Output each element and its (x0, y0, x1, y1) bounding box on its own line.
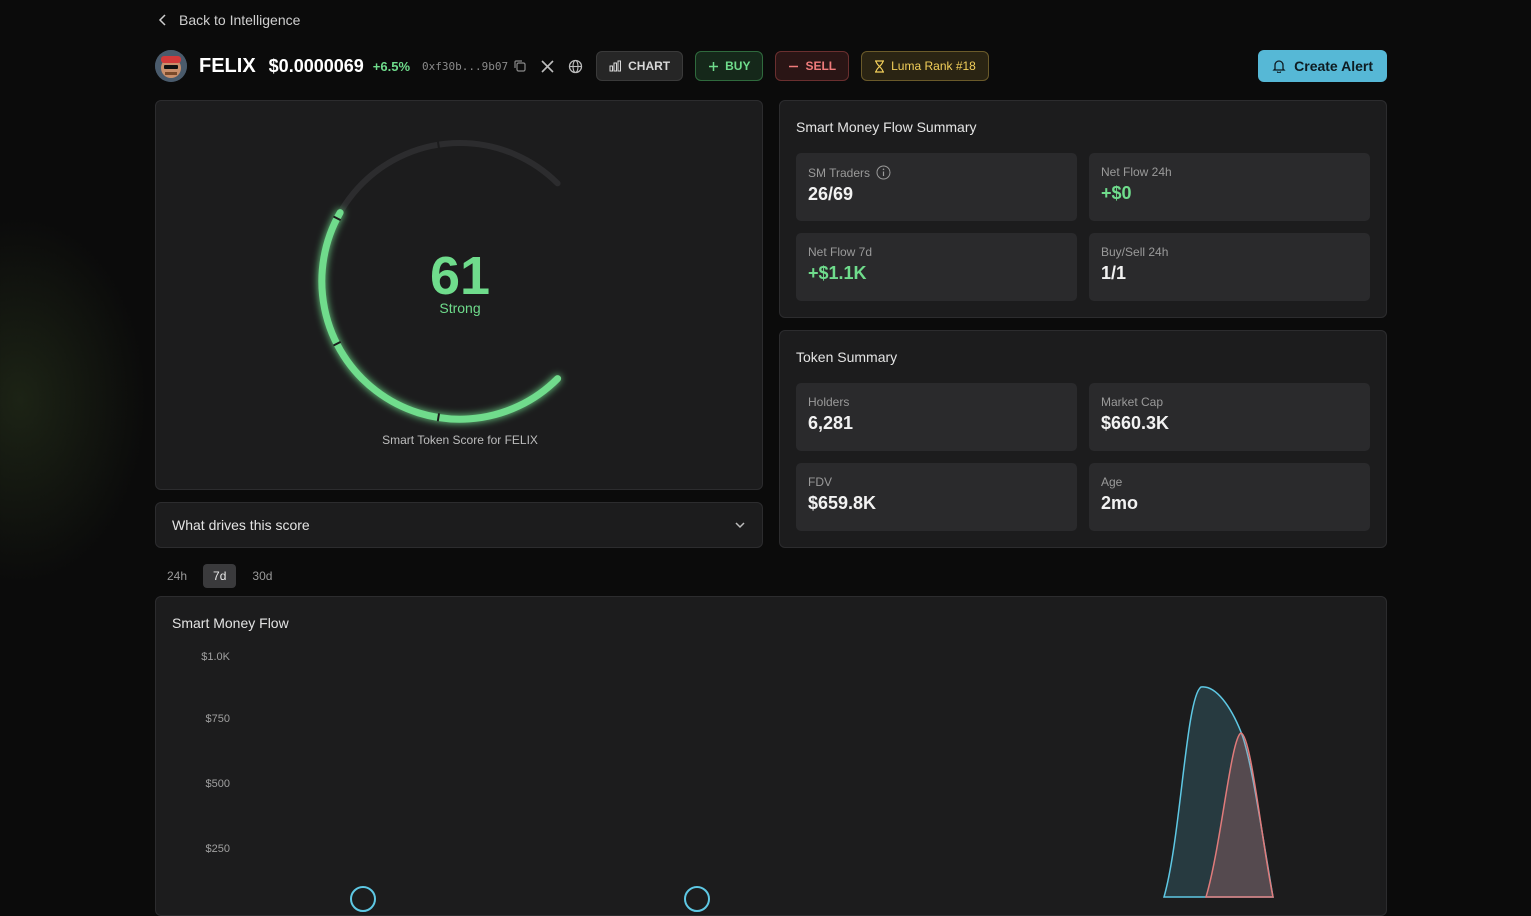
back-link-label: Back to Intelligence (179, 12, 301, 28)
score-card: 61 Strong Smart Token Score for FELIX (155, 100, 763, 490)
stat-value: +$0 (1101, 183, 1132, 203)
bell-icon (1272, 60, 1286, 73)
smart-money-flow-card: Smart Money Flow $1.0K $750 $500 $250 (155, 596, 1387, 916)
stat-label: Net Flow 24h (1101, 165, 1172, 179)
buy-button[interactable]: BUY (695, 51, 764, 81)
contract-address: 0xf30b...9b07 (422, 59, 509, 73)
stat-value: 6,281 (808, 413, 854, 433)
smart-money-summary-card: Smart Money Flow Summary SM Traders 26/6… (779, 100, 1387, 318)
luma-rank-label: Luma Rank #18 (891, 59, 976, 73)
token-summary-card: Token Summary Holders 6,281 Market Cap $… (779, 330, 1387, 548)
score-caption: Smart Token Score for FELIX (382, 433, 538, 447)
back-link[interactable]: Back to Intelligence (157, 12, 300, 28)
stat-net-flow-7d: Net Flow 7d +$1.1K (796, 233, 1077, 301)
drives-score-label: What drives this score (172, 517, 310, 533)
minus-icon (789, 65, 799, 67)
x-twitter-icon[interactable] (540, 59, 555, 74)
stat-value: $659.8K (808, 493, 877, 513)
bar-chart-icon (609, 60, 622, 72)
chart-button[interactable]: CHART (596, 51, 684, 81)
create-alert-button[interactable]: Create Alert (1258, 50, 1387, 82)
stat-value: 1/1 (1101, 263, 1127, 283)
create-alert-label: Create Alert (1294, 58, 1373, 74)
stat-label: SM Traders (808, 165, 871, 180)
globe-icon[interactable] (568, 59, 583, 74)
gauge-tick (436, 413, 441, 422)
buy-button-label: BUY (725, 59, 751, 73)
flow-chart-plot (350, 686, 1274, 912)
stat-value: 2mo (1101, 493, 1139, 513)
luma-rank-badge[interactable]: Luma Rank #18 (861, 51, 989, 81)
price-change: +6.5% (372, 58, 411, 74)
stat-value: $660.3K (1101, 413, 1170, 433)
token-summary-title: Token Summary (796, 349, 898, 365)
chart-button-label: CHART (628, 59, 671, 73)
chevron-left-icon (158, 14, 166, 26)
stat-label: Market Cap (1101, 395, 1164, 409)
stat-label: Holders (808, 395, 850, 409)
stat-value: +$1.1K (808, 263, 867, 283)
plus-icon (709, 61, 719, 71)
score-rating: Strong (439, 300, 481, 316)
timeframe-tabs: 24h 7d 30d (157, 564, 282, 588)
copy-icon[interactable] (513, 59, 527, 73)
stat-sm-traders: SM Traders 26/69 (796, 153, 1077, 221)
info-icon[interactable] (876, 165, 891, 180)
sell-button-label: SELL (805, 59, 837, 73)
stat-value: 26/69 (808, 184, 854, 204)
stat-label: Net Flow 7d (808, 245, 873, 259)
score-value: 61 (429, 246, 491, 306)
stat-age: Age 2mo (1089, 463, 1370, 531)
gauge-tick (436, 140, 441, 149)
stat-holders: Holders 6,281 (796, 383, 1077, 451)
stat-label: Buy/Sell 24h (1101, 245, 1169, 259)
stat-fdv: FDV $659.8K (796, 463, 1077, 531)
chevron-down-icon (735, 522, 745, 529)
tab-24h[interactable]: 24h (157, 564, 197, 588)
token-price: $0.0000069 (268, 55, 364, 76)
token-header: FELIX $0.0000069 +6.5% 0xf30b...9b07 CHA… (155, 50, 1387, 82)
token-avatar (155, 50, 187, 82)
stat-label: Age (1101, 475, 1123, 489)
tab-7d[interactable]: 7d (203, 564, 237, 588)
stat-net-flow-24h: Net Flow 24h +$0 (1089, 153, 1370, 221)
smart-money-summary-title: Smart Money Flow Summary (796, 119, 977, 135)
drives-score-accordion[interactable]: What drives this score (155, 502, 763, 548)
sell-button[interactable]: SELL (775, 51, 850, 81)
hourglass-icon (875, 59, 885, 73)
stat-market-cap: Market Cap $660.3K (1089, 383, 1370, 451)
token-symbol: FELIX (199, 54, 256, 77)
stat-label: FDV (808, 475, 832, 489)
tab-30d[interactable]: 30d (242, 564, 282, 588)
stat-buy-sell-24h: Buy/Sell 24h 1/1 (1089, 233, 1370, 301)
